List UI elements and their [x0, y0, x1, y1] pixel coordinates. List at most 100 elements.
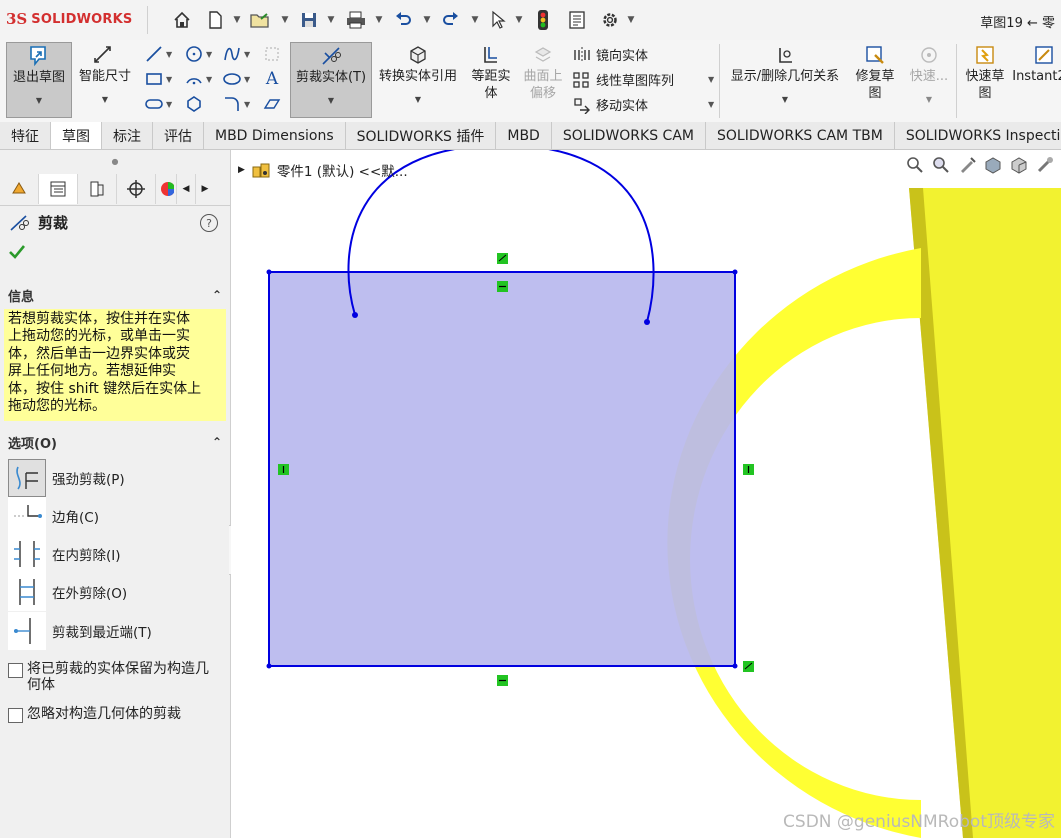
chevron-down-icon[interactable]: ▼: [470, 12, 480, 28]
chevron-down-icon[interactable]: ▼: [514, 12, 524, 28]
open-icon[interactable]: [248, 8, 272, 32]
tab-7[interactable]: SOLIDWORKS CAM: [552, 122, 706, 149]
ellipse-icon[interactable]: [222, 69, 242, 89]
help-icon[interactable]: ?: [200, 214, 218, 232]
tab-9[interactable]: SOLIDWORKS Inspection: [895, 122, 1061, 149]
previous-view-icon[interactable]: [957, 155, 977, 179]
option-trim-to-closest[interactable]: 剪裁到最近端(T): [8, 612, 152, 650]
new-doc-icon[interactable]: [203, 8, 227, 32]
linear-pattern-button[interactable]: 线性草图阵列: [572, 70, 674, 89]
chevron-down-icon[interactable]: ▼: [782, 91, 788, 108]
chevron-down-icon[interactable]: ▼: [244, 75, 250, 84]
plane-icon[interactable]: [262, 94, 282, 114]
feature-manager-tab[interactable]: [0, 174, 39, 204]
chevron-down-icon[interactable]: ▼: [166, 75, 172, 84]
spline-icon[interactable]: [222, 44, 242, 64]
checkbox-box[interactable]: [8, 708, 23, 723]
chevron-down-icon[interactable]: ▼: [232, 12, 242, 28]
ignore-construction-checkbox[interactable]: 忽略对构造几何体的剪裁: [8, 706, 220, 723]
circle-icon[interactable]: [184, 44, 204, 64]
home-icon[interactable]: [170, 8, 194, 32]
display-relations-button[interactable]: 显示/删除几何关系 ▼: [724, 42, 846, 116]
section-view-icon[interactable]: [983, 155, 1003, 179]
option-trim-away-inside[interactable]: 在内剪除(I): [8, 535, 121, 573]
display-style-icon[interactable]: [1035, 155, 1055, 179]
chevron-down-icon[interactable]: ▼: [206, 50, 212, 59]
dimxpert-manager-tab[interactable]: [117, 174, 156, 204]
convert-entities-button[interactable]: 转换实体引用 ▼: [372, 42, 464, 116]
scroll-left-button[interactable]: ◀: [177, 174, 196, 204]
chevron-down-icon[interactable]: ▼: [36, 92, 42, 109]
polygon-icon[interactable]: [184, 94, 204, 114]
tab-2[interactable]: 标注: [102, 122, 153, 149]
exit-sketch-button[interactable]: 退出草图 ▼: [6, 42, 72, 118]
select-icon[interactable]: [486, 8, 510, 32]
instant2d-button[interactable]: Instant2D: [1012, 42, 1061, 116]
chevron-down-icon[interactable]: ▼: [422, 12, 432, 28]
chevron-down-icon[interactable]: ▼: [374, 12, 384, 28]
chevron-down-icon[interactable]: ▼: [708, 100, 714, 109]
redo-icon[interactable]: [439, 8, 463, 32]
tab-1[interactable]: 草图: [51, 122, 102, 149]
chevron-down-icon[interactable]: ▼: [244, 50, 250, 59]
gear-icon[interactable]: [598, 8, 622, 32]
tab-4[interactable]: MBD Dimensions: [204, 122, 346, 149]
options-section-header[interactable]: 选项(O) ⌃: [0, 430, 230, 454]
display-manager-tab[interactable]: [156, 174, 177, 204]
chevron-down-icon[interactable]: ▼: [708, 75, 714, 84]
option-trim-away-outside[interactable]: 在外剪除(O): [8, 573, 127, 611]
rectangle-icon[interactable]: [144, 69, 164, 89]
tab-6[interactable]: MBD: [496, 122, 552, 149]
chevron-down-icon[interactable]: ▼: [328, 92, 334, 109]
quick-snaps-button[interactable]: 快速... ▼: [906, 42, 952, 116]
chevron-down-icon[interactable]: ▼: [102, 91, 108, 108]
print-icon[interactable]: [344, 8, 368, 32]
trim-entities-button[interactable]: 剪裁实体(T) ▼: [290, 42, 372, 118]
chevron-down-icon[interactable]: ▼: [926, 91, 932, 108]
collapse-icon[interactable]: ⌃: [212, 288, 222, 302]
keep-construction-checkbox[interactable]: 将已剪裁的实体保留为构造几何体: [8, 661, 220, 693]
scroll-right-button[interactable]: ▶: [196, 174, 214, 204]
chevron-down-icon[interactable]: ▼: [166, 50, 172, 59]
save-icon[interactable]: [297, 8, 321, 32]
model-view[interactable]: [231, 150, 1061, 838]
view-orientation-icon[interactable]: [1009, 155, 1029, 179]
configuration-manager-tab[interactable]: [78, 174, 117, 204]
repair-sketch-button[interactable]: 修复草图: [850, 42, 900, 116]
ok-checkmark-button[interactable]: [8, 244, 26, 264]
tab-0[interactable]: 特征: [0, 122, 51, 149]
smart-dimension-button[interactable]: 智能尺寸 ▼: [74, 42, 136, 116]
chevron-down-icon[interactable]: ▼: [166, 100, 172, 109]
checkbox-box[interactable]: [8, 663, 23, 678]
option-corner[interactable]: 边角(C): [8, 497, 99, 535]
undo-icon[interactable]: [391, 8, 415, 32]
offset-on-surface-button[interactable]: 曲面上偏移: [518, 42, 568, 116]
zoom-to-fit-icon[interactable]: [905, 155, 925, 179]
fillet-icon[interactable]: [222, 94, 242, 114]
zoom-to-area-icon[interactable]: [931, 155, 951, 179]
option-power-trim[interactable]: 强劲剪裁(P): [8, 459, 125, 497]
graphics-area[interactable]: [231, 150, 1061, 838]
solidworks-logo[interactable]: 3S SOLIDWORKS: [6, 8, 132, 30]
file-properties-icon[interactable]: [565, 8, 589, 32]
collapse-icon[interactable]: ⌃: [212, 435, 222, 449]
text-icon[interactable]: A: [262, 69, 282, 89]
chevron-down-icon[interactable]: ▼: [244, 100, 250, 109]
chevron-down-icon[interactable]: ▼: [415, 91, 421, 108]
slot-icon[interactable]: [144, 94, 164, 114]
expand-arrow-icon[interactable]: ▶: [238, 165, 245, 175]
tab-3[interactable]: 评估: [153, 122, 204, 149]
arc-icon[interactable]: [184, 69, 204, 89]
tab-8[interactable]: SOLIDWORKS CAM TBM: [706, 122, 895, 149]
tab-5[interactable]: SOLIDWORKS 插件: [346, 122, 497, 149]
info-section-header[interactable]: 信息 ⌃: [0, 283, 230, 307]
mirror-entities-button[interactable]: 镜向实体: [572, 45, 648, 64]
chevron-down-icon[interactable]: ▼: [280, 12, 290, 28]
panel-collapse-handle[interactable]: ●: [0, 150, 230, 172]
chevron-down-icon[interactable]: ▼: [326, 12, 336, 28]
line-icon[interactable]: [144, 44, 164, 64]
property-manager-tab[interactable]: [39, 174, 78, 204]
rapid-sketch-button[interactable]: 快速草图: [960, 42, 1010, 116]
rebuild-icon[interactable]: [531, 8, 555, 32]
construction-icon[interactable]: [262, 44, 282, 64]
